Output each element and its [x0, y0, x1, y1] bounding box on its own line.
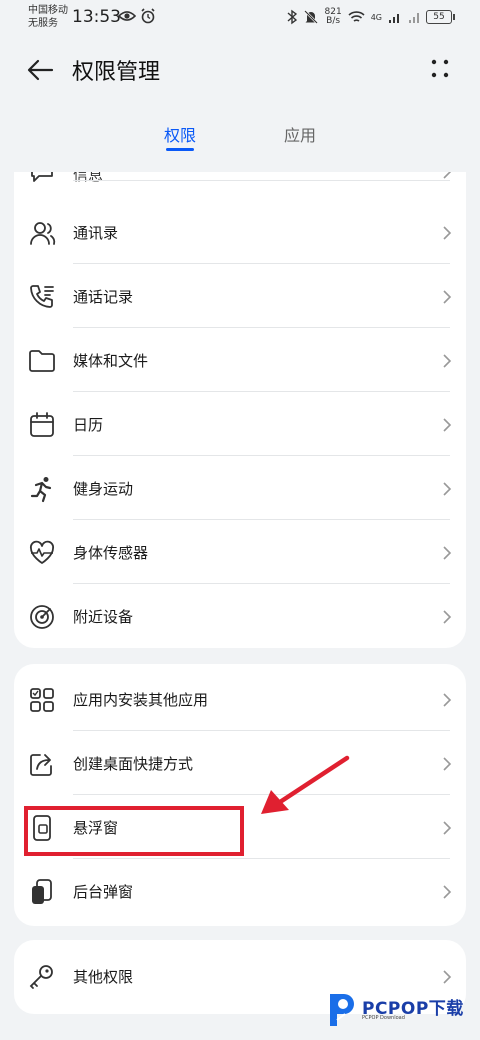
carrier-service: 无服务: [28, 18, 58, 29]
divider: [73, 730, 450, 731]
permission-row-calendar[interactable]: 日历: [14, 393, 466, 456]
message-icon: [31, 172, 53, 182]
clock: 13:53: [72, 7, 121, 27]
permission-label: 创建桌面快捷方式: [73, 755, 194, 773]
status-right-icons: 821 B/s 4G 55: [287, 8, 455, 26]
tab-apps[interactable]: 应用: [284, 122, 316, 146]
chevron-right-icon: [443, 757, 452, 771]
battery-indicator: 55: [426, 10, 455, 24]
watermark: PCPOP下载 PCPOP Download: [326, 990, 472, 1030]
chevron-right-icon: [443, 418, 452, 432]
permission-label: 身体传感器: [73, 544, 149, 562]
wifi-icon: [348, 11, 365, 22]
chevron-right-icon: [443, 970, 452, 984]
network-type: 4G: [370, 12, 382, 22]
back-arrow-icon[interactable]: [26, 56, 54, 84]
carrier-name: 中国移动: [28, 5, 68, 16]
permission-row-install-apps[interactable]: 应用内安装其他应用: [14, 668, 466, 731]
watermark-subtext: PCPOP Download: [362, 1015, 405, 1021]
chevron-right-icon: [443, 610, 452, 624]
permission-row-media-files[interactable]: 媒体和文件: [14, 329, 466, 392]
net-speed: 821 B/s: [325, 8, 342, 26]
permission-row-fitness[interactable]: 健身运动: [14, 457, 466, 520]
pcpop-logo-icon: [330, 994, 354, 1026]
bluetooth-icon: [287, 9, 297, 25]
permission-row-desktop-shortcut[interactable]: 创建桌面快捷方式: [14, 732, 466, 795]
divider: [73, 858, 450, 859]
tab-permissions[interactable]: 权限: [164, 122, 196, 146]
chevron-right-icon: [443, 821, 452, 835]
app-header: 权限管理: [0, 48, 480, 92]
folder-icon: [29, 350, 55, 372]
permission-row-background-popup[interactable]: 后台弹窗: [14, 860, 466, 923]
status-bar: 中国移动 无服务 13:53 821 B/s 4G 55: [0, 0, 480, 36]
running-icon: [30, 477, 52, 503]
call-log-icon: [30, 285, 54, 308]
chevron-right-icon: [443, 546, 452, 560]
permission-label: 媒体和文件: [73, 352, 149, 370]
chevron-right-icon: [443, 226, 452, 240]
chevron-right-icon: [443, 885, 452, 899]
permission-label: 应用内安装其他应用: [73, 691, 209, 709]
status-left-icons: [118, 8, 156, 24]
divider: [73, 583, 450, 584]
more-options-icon[interactable]: [430, 58, 450, 80]
eye-icon: [118, 11, 136, 21]
chevron-right-icon: [443, 693, 452, 707]
permission-label: 附近设备: [73, 608, 134, 626]
signal-2-icon: [409, 12, 419, 23]
key-icon: [29, 965, 53, 989]
permission-group-2: 应用内安装其他应用 创建桌面快捷方式 悬浮窗 后台弹窗: [14, 664, 466, 926]
divider: [73, 391, 450, 392]
page-title: 权限管理: [72, 60, 161, 85]
tab-active-indicator: [166, 148, 194, 151]
contacts-icon: [30, 222, 56, 245]
tab-bar: 权限 应用: [0, 118, 480, 158]
divider: [73, 263, 450, 264]
permission-row-body-sensors[interactable]: 身体传感器: [14, 521, 466, 584]
permission-label: 通讯录: [73, 224, 119, 242]
permission-group-1: 信息 通讯录 通话记录 媒体和文件 日历 健身运动 身体传感器 附近设备: [14, 172, 466, 648]
shortcut-icon: [30, 754, 52, 776]
background-popup-icon: [32, 879, 52, 904]
permission-row-nearby-devices[interactable]: 附近设备: [14, 585, 466, 648]
permission-label: 信息: [73, 172, 104, 184]
divider: [73, 327, 450, 328]
annotation-arrow-icon: [261, 755, 350, 814]
signal-icon: [389, 13, 399, 23]
mute-bell-icon: [303, 10, 318, 24]
permission-label: 后台弹窗: [73, 883, 134, 901]
permission-label: 健身运动: [73, 480, 134, 498]
permission-label: 通话记录: [73, 288, 134, 306]
permission-row-contacts[interactable]: 通讯录: [14, 201, 466, 264]
permission-label: 日历: [73, 416, 104, 434]
calendar-icon: [30, 412, 54, 437]
divider: [73, 519, 450, 520]
alarm-icon: [141, 8, 155, 24]
radar-icon: [30, 605, 54, 629]
apps-grid-icon: [30, 688, 54, 712]
chevron-right-icon: [443, 172, 452, 179]
chevron-right-icon: [443, 354, 452, 368]
chevron-right-icon: [443, 482, 452, 496]
divider: [73, 455, 450, 456]
permission-label: 其他权限: [73, 968, 134, 986]
net-speed-unit: B/s: [326, 16, 341, 26]
highlight-box: [24, 806, 244, 856]
divider: [73, 180, 450, 181]
chevron-right-icon: [443, 290, 452, 304]
permission-row-call-log[interactable]: 通话记录: [14, 265, 466, 328]
heart-rate-icon: [30, 540, 54, 564]
carrier-info: 中国移动 无服务: [28, 4, 68, 30]
